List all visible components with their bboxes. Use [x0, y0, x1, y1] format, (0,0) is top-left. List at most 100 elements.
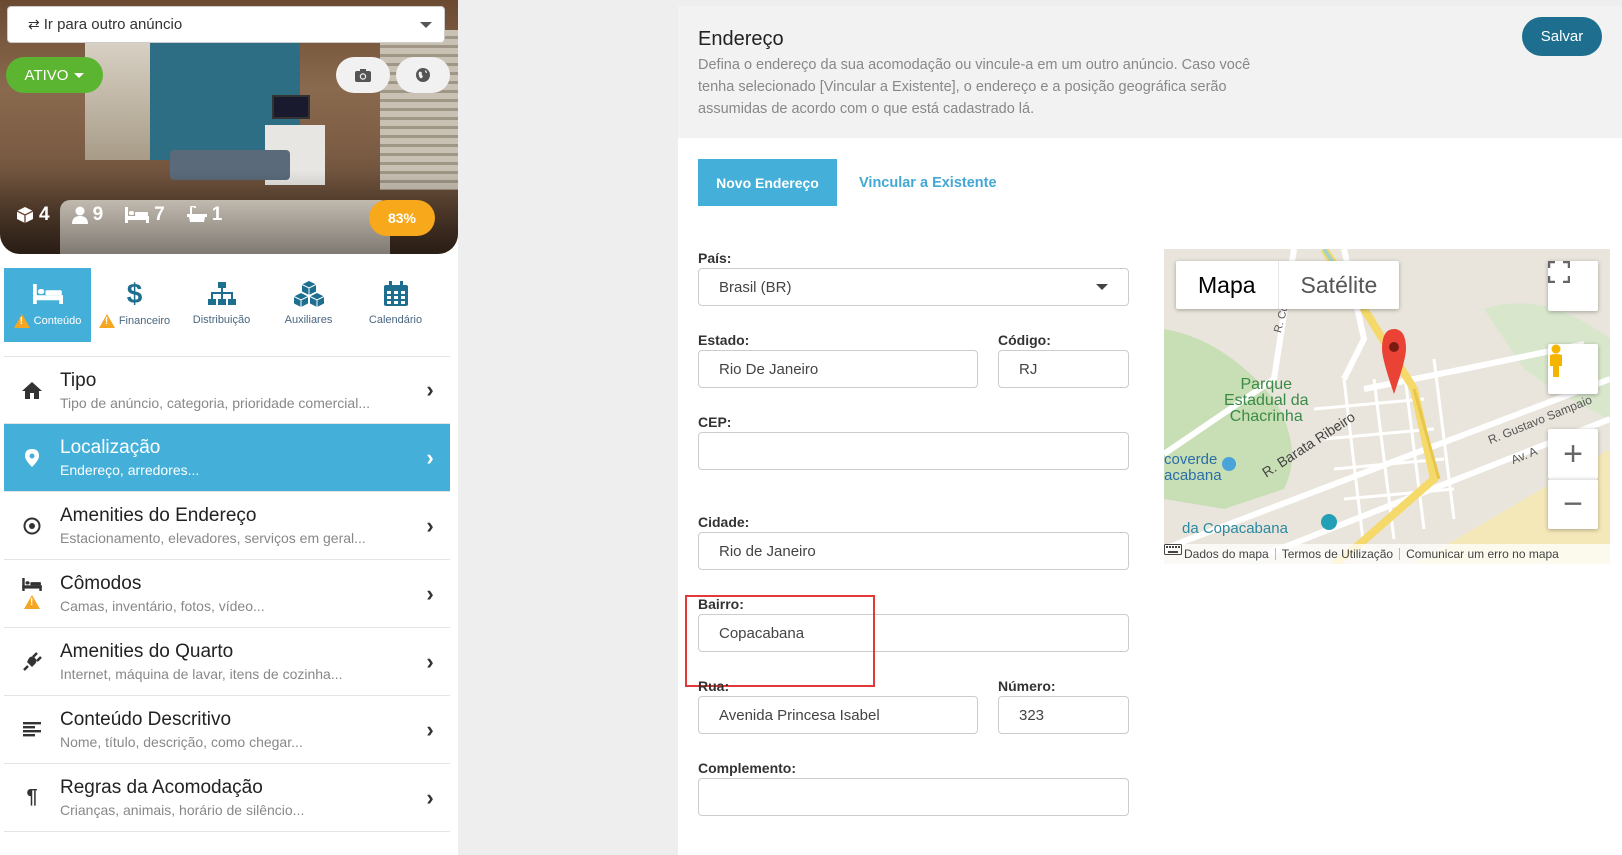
goto-listing-select[interactable]: ⇄ Ir para outro anúncio	[7, 6, 445, 43]
menu-item-conteudo-descritivo[interactable]: Conteúdo Descritivo Nome, título, descriç…	[4, 696, 450, 764]
number-value: 323	[1019, 706, 1045, 724]
chevron-right-icon: ›	[426, 580, 434, 606]
map-label-text: acabana	[1164, 467, 1222, 484]
country-value: Brasil (BR)	[719, 278, 792, 296]
menu-item-localizacao[interactable]: Localização Endereço, arredores... ›	[4, 424, 450, 492]
menu-item-subtitle: Estacionamento, elevadores, serviços em …	[60, 530, 366, 546]
city-value: Rio de Janeiro	[719, 542, 816, 560]
map-terms-link[interactable]: Termos de Utilização	[1276, 547, 1399, 561]
tab-calendario[interactable]: Calendário	[352, 268, 439, 342]
country-label: País:	[698, 250, 732, 266]
country-select[interactable]: Brasil (BR)	[698, 268, 1129, 306]
warning-icon	[98, 314, 115, 328]
map-report-link[interactable]: Comunicar um erro no mapa	[1400, 547, 1565, 561]
section-tabs: Conteúdo $ Financeiro Distribuição Auxil…	[4, 268, 450, 342]
state-label: Estado:	[698, 332, 750, 348]
menu-item-comodos[interactable]: Cômodos Camas, inventário, fotos, vídeo..…	[4, 560, 450, 628]
zoom-in-button[interactable]: +	[1548, 429, 1598, 479]
sidebar: ⇄ Ir para outro anúncio ATIVO 4 9 7 1 83…	[0, 0, 458, 855]
bed-icon	[125, 207, 150, 223]
tab-auxiliares[interactable]: Auxiliares	[265, 268, 352, 342]
map-label-text: coverde	[1164, 451, 1218, 468]
tab-label: Distribuição	[192, 314, 251, 326]
tab-link-existing[interactable]: Vincular a Existente	[859, 175, 997, 191]
state-value: Rio De Janeiro	[719, 360, 819, 378]
cube-icon	[16, 207, 34, 223]
map-footer: Dados do mapa Termos de Utilização Comun…	[1164, 544, 1610, 564]
chevron-right-icon: ›	[426, 784, 434, 810]
tab-financeiro[interactable]: $ Financeiro	[91, 268, 178, 342]
menu-item-subtitle: Internet, máquina de lavar, itens de coz…	[60, 666, 343, 682]
tab-label: Calendário	[368, 314, 423, 326]
street-view-button[interactable]	[1548, 344, 1598, 394]
tab-conteudo[interactable]: Conteúdo	[4, 268, 91, 342]
map-type-satellite-button[interactable]: Satélite	[1277, 261, 1400, 309]
bed-icon	[32, 284, 63, 304]
fullscreen-button[interactable]	[1548, 261, 1598, 311]
map-type-control: Mapa Satélite	[1176, 261, 1400, 309]
zoom-out-button[interactable]: −	[1548, 479, 1598, 529]
user-icon	[71, 206, 88, 224]
menu-item-subtitle: Endereço, arredores...	[60, 462, 200, 478]
street-value: Avenida Princesa Isabel	[719, 706, 880, 724]
city-field[interactable]: Rio de Janeiro	[698, 532, 1129, 570]
zip-field[interactable]	[698, 432, 1129, 470]
map-data-link[interactable]: Dados do mapa	[1178, 547, 1275, 561]
code-field[interactable]: RJ	[998, 350, 1129, 388]
address-panel: Endereço Defina o endereço da sua acomod…	[678, 6, 1622, 855]
menu-item-title: Localização	[60, 437, 161, 458]
beds-count: 7	[154, 204, 165, 225]
bed-icon	[22, 578, 42, 591]
street-field[interactable]: Avenida Princesa Isabel	[698, 696, 978, 734]
map-pin-icon	[25, 448, 39, 467]
menu-item-amenities-quarto[interactable]: Amenities do Quarto Internet, máquina de …	[4, 628, 450, 696]
menu-item-title: Cômodos	[60, 573, 142, 594]
location-map[interactable]: Parque Estadual da Chacrinha R. Coelho C…	[1164, 249, 1610, 564]
listing-photo: ⇄ Ir para outro anúncio ATIVO 4 9 7 1 83…	[0, 0, 458, 254]
listing-stats: 4 9 7 1	[16, 204, 222, 226]
number-label: Número:	[998, 678, 1056, 694]
chevron-right-icon: ›	[426, 512, 434, 538]
baths-stat: 1	[186, 204, 222, 226]
pegman-icon	[1550, 344, 1562, 377]
globe-button[interactable]	[396, 57, 450, 93]
page-description: Defina o endereço da sua acomodação ou v…	[698, 57, 1251, 117]
tab-distribuicao[interactable]: Distribuição	[178, 268, 265, 342]
caret-down-icon	[74, 72, 85, 78]
tab-label: Financeiro	[118, 315, 171, 327]
chevron-right-icon: ›	[426, 716, 434, 742]
status-dropdown-button[interactable]: ATIVO	[6, 57, 103, 93]
plus-icon: +	[1563, 434, 1583, 473]
menu-item-amenities-endereco[interactable]: Amenities do Endereço Estacionamento, ele…	[4, 492, 450, 560]
camera-icon	[355, 68, 371, 82]
photos-button[interactable]	[336, 57, 390, 93]
map-metro-label: coverde acabana	[1164, 452, 1222, 484]
state-field[interactable]: Rio De Janeiro	[698, 350, 978, 388]
complement-label: Complemento:	[698, 760, 796, 776]
menu-item-subtitle: Crianças, animais, horário de silêncio..…	[60, 802, 305, 818]
save-button[interactable]: Salvar	[1522, 17, 1602, 56]
highlight-box	[685, 595, 875, 687]
complement-field[interactable]	[698, 778, 1129, 816]
fullscreen-icon	[1548, 261, 1570, 283]
sitemap-icon	[207, 282, 236, 305]
number-field[interactable]: 323	[998, 696, 1129, 734]
page-title: Endereço	[698, 28, 784, 50]
calendar-icon	[383, 281, 408, 306]
menu-item-regras[interactable]: ¶ Regras da Acomodação Crianças, animais,…	[4, 764, 450, 832]
map-park-label: Parque Estadual da Chacrinha	[1224, 377, 1309, 425]
tab-new-address[interactable]: Novo Endereço	[698, 159, 837, 206]
align-left-icon	[23, 722, 41, 737]
completion-score-badge: 83%	[369, 200, 435, 236]
warning-icon	[13, 314, 30, 328]
minus-icon: −	[1563, 485, 1583, 523]
bath-icon	[186, 206, 207, 222]
menu-item-subtitle: Camas, inventário, fotos, vídeo...	[60, 598, 265, 614]
warning-icon	[24, 595, 40, 609]
map-type-map-button[interactable]: Mapa	[1176, 261, 1278, 309]
guests-count: 9	[92, 204, 104, 225]
guests-stat: 9	[71, 204, 104, 226]
content-menu: Tipo Tipo de anúncio, categoria, priorida…	[4, 356, 450, 832]
menu-item-tipo[interactable]: Tipo Tipo de anúncio, categoria, priorida…	[4, 356, 450, 424]
swap-icon: ⇄	[28, 16, 40, 32]
